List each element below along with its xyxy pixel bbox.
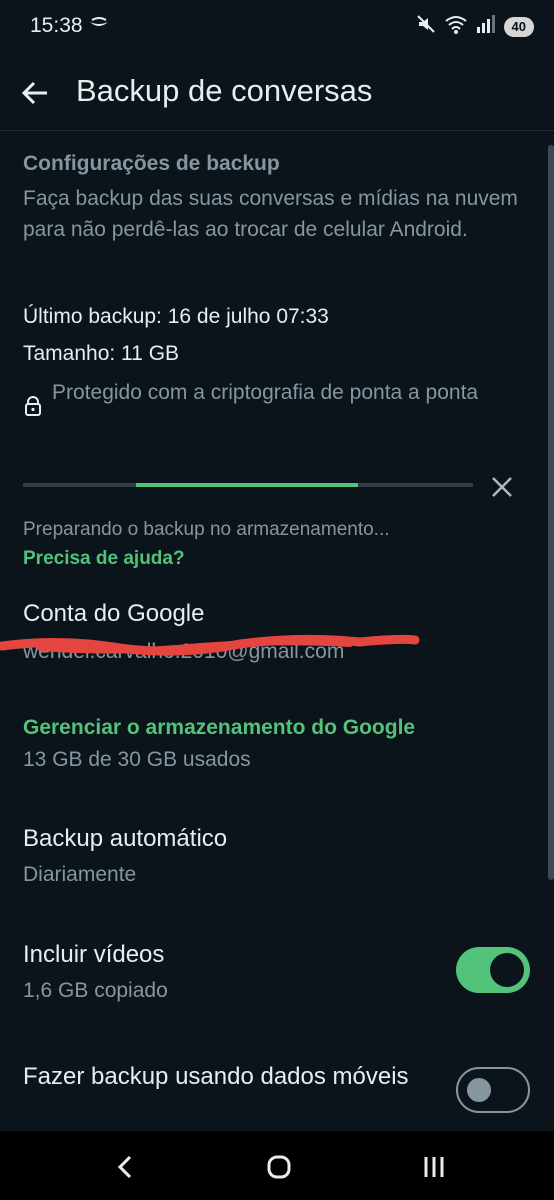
- backup-size-text: Tamanho: 11 GB: [23, 342, 180, 365]
- section-description: Faça backup das suas conversas e mídias …: [23, 187, 518, 241]
- status-icons: 40: [416, 14, 534, 39]
- auto-backup-label[interactable]: Backup automático: [23, 825, 227, 853]
- section-title: Configurações de backup: [23, 152, 280, 175]
- include-videos-toggle[interactable]: [456, 947, 530, 993]
- status-bar: 15:38 40: [0, 0, 554, 56]
- toggle-knob: [467, 1078, 491, 1102]
- mobile-data-label: Fazer backup usando dados móveis: [23, 1063, 409, 1090]
- app-bar: Backup de conversas: [0, 56, 554, 131]
- nav-recents-icon[interactable]: [414, 1147, 454, 1187]
- close-icon[interactable]: [489, 474, 515, 500]
- manage-storage-link[interactable]: Gerenciar o armazenamento do Google: [23, 716, 415, 740]
- progress-indicator: [136, 483, 358, 487]
- auto-backup-value: Diariamente: [23, 863, 137, 886]
- include-videos-label: Incluir vídeos: [23, 941, 165, 968]
- nav-home-icon[interactable]: [259, 1147, 299, 1187]
- battery-icon: 40: [503, 16, 534, 37]
- scrollbar[interactable]: [548, 145, 554, 880]
- signal-icon: [476, 14, 496, 39]
- google-account-label[interactable]: Conta do Google: [23, 600, 204, 628]
- system-nav-bar: [0, 1131, 554, 1200]
- last-backup-text: Último backup: 16 de julho 07:33: [23, 305, 329, 328]
- nav-back-icon[interactable]: [105, 1147, 145, 1187]
- arrow-left-icon[interactable]: [20, 78, 50, 108]
- wifi-icon: [444, 14, 468, 39]
- lock-icon: [24, 396, 42, 421]
- encryption-note: Protegido com a criptografia de ponta a …: [52, 381, 479, 404]
- help-link[interactable]: Precisa de ajuda?: [23, 548, 185, 570]
- notification-icon: [88, 16, 110, 39]
- status-time: 15:38: [30, 14, 83, 37]
- include-videos-value: 1,6 GB copiado: [23, 979, 168, 1002]
- backup-progress-bar: [23, 483, 473, 487]
- mute-icon: [416, 14, 436, 39]
- storage-usage: 13 GB de 30 GB usados: [23, 748, 251, 771]
- mobile-data-toggle[interactable]: [456, 1067, 530, 1113]
- toggle-knob: [490, 953, 524, 987]
- page-title: Backup de conversas: [76, 73, 373, 108]
- redaction-scribble: [0, 634, 420, 656]
- progress-status: Preparando o backup no armazenamento...: [23, 519, 390, 540]
